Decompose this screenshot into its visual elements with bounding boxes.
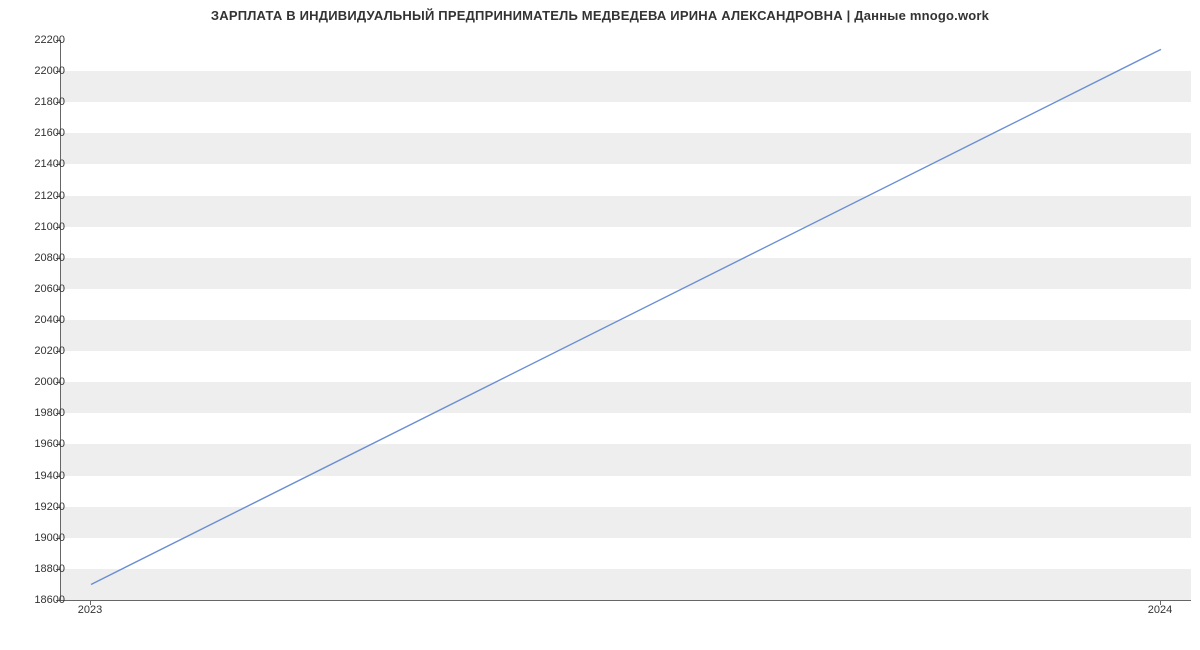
y-axis-tick-label: 21200	[15, 190, 65, 202]
y-axis-tick-label: 22000	[15, 65, 65, 77]
y-axis-tick-label: 20600	[15, 283, 65, 295]
y-axis-tick-label: 18600	[15, 594, 65, 606]
line-series-layer	[61, 40, 1191, 600]
y-axis-tick-label: 20200	[15, 345, 65, 357]
y-axis-tick-label: 20400	[15, 314, 65, 326]
chart-title: ЗАРПЛАТА В ИНДИВИДУАЛЬНЫЙ ПРЕДПРИНИМАТЕЛ…	[0, 0, 1200, 23]
y-axis-tick-label: 22200	[15, 34, 65, 46]
x-axis-tick-mark	[1160, 600, 1161, 605]
y-axis-tick-label: 19400	[15, 470, 65, 482]
y-axis-tick-label: 19800	[15, 407, 65, 419]
y-axis-tick-label: 19000	[15, 532, 65, 544]
line-series	[91, 49, 1161, 584]
x-axis-tick-mark	[90, 600, 91, 605]
y-axis-tick-label: 21600	[15, 127, 65, 139]
y-axis-tick-label: 20000	[15, 376, 65, 388]
x-axis-tick-label: 2024	[1148, 604, 1172, 616]
chart-container: ЗАРПЛАТА В ИНДИВИДУАЛЬНЫЙ ПРЕДПРИНИМАТЕЛ…	[0, 0, 1200, 650]
y-axis-tick-label: 18800	[15, 563, 65, 575]
y-axis-tick-label: 21000	[15, 221, 65, 233]
x-axis-tick-label: 2023	[78, 604, 102, 616]
y-axis-tick-label: 21400	[15, 158, 65, 170]
y-axis-tick-label: 21800	[15, 96, 65, 108]
plot-area	[60, 40, 1191, 601]
y-axis-tick-label: 20800	[15, 252, 65, 264]
y-axis-tick-label: 19200	[15, 501, 65, 513]
y-axis-tick-label: 19600	[15, 438, 65, 450]
